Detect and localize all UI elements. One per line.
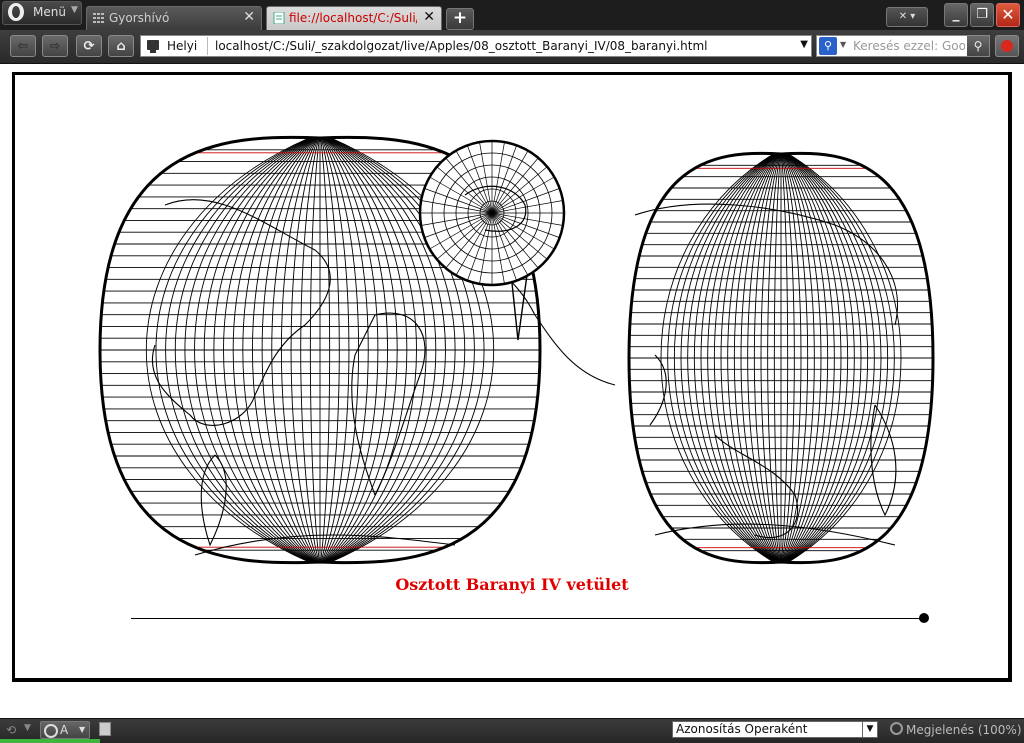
monitor-icon — [147, 40, 159, 53]
navigation-bar: ⇦ ⇨ ⟳ ⌂ Helyi localhost/C:/Suli/_szakdol… — [0, 30, 1024, 64]
status-bar: ⟲ ▼ A ▼ Azonosítás Operaként ▼ Megjelené… — [0, 718, 1024, 743]
reload-button[interactable]: ⟳ — [76, 35, 102, 57]
address-bar[interactable]: Helyi localhost/C:/Suli/_szakdolgozat/li… — [140, 35, 812, 57]
chevron-down-icon: ▼ — [71, 5, 78, 15]
chevron-down-icon[interactable]: ▼ — [840, 40, 846, 49]
close-window-button[interactable]: ✕ — [996, 3, 1020, 27]
back-button[interactable]: ⇦ — [10, 35, 36, 57]
restore-button[interactable]: ❐ — [970, 3, 994, 27]
chevron-down-icon: ▼ — [79, 725, 86, 734]
polar-inset — [418, 139, 566, 341]
page-content: Osztott Baranyi IV vetület — [0, 64, 1024, 718]
opera-menu-button[interactable]: Menü ▼ — [2, 1, 82, 25]
zoom-control[interactable]: Megjelenés (100%) — [890, 722, 1022, 737]
search-engine-icon[interactable]: ⚲ — [819, 37, 837, 55]
closed-tabs-button[interactable]: ✕ ▾ — [886, 7, 928, 27]
tab-title: Gyorshívó — [109, 11, 170, 25]
zoom-icon — [890, 722, 903, 735]
sync-icon[interactable]: ⟲ — [6, 723, 16, 737]
slider-handle[interactable] — [919, 613, 929, 623]
forward-button[interactable]: ⇨ — [42, 35, 68, 57]
tab-active-page[interactable]: file://localhost/C:/Suli/_szakdolgozat/l… — [266, 6, 442, 30]
applet-frame: Osztott Baranyi IV vetület — [12, 72, 1012, 682]
minimize-button[interactable]: _ — [944, 3, 968, 27]
identify-label: Azonosítás Operaként — [676, 722, 808, 736]
url-text[interactable]: localhost/C:/Suli/_szakdolgozat/live/App… — [215, 39, 789, 53]
search-input[interactable]: Keresés ezzel: Google — [853, 39, 965, 53]
tab-speed-dial[interactable]: Gyorshívó ✕ — [86, 6, 262, 30]
speed-dial-icon — [93, 13, 104, 23]
zoom-label: Megjelenés (100%) — [906, 723, 1022, 737]
close-tab-icon[interactable]: ✕ — [423, 9, 435, 25]
site-label: Helyi — [167, 39, 198, 53]
tab-bar: Menü ▼ Gyorshívó ✕ file://localhost/C:/S… — [0, 0, 1024, 30]
content-blocker-label: A — [60, 723, 69, 737]
opera-logo-icon — [8, 3, 24, 21]
chevron-down-icon[interactable]: ▼ — [24, 723, 31, 733]
slider-track[interactable] — [131, 618, 925, 619]
notes-icon[interactable] — [99, 722, 111, 736]
projection-title: Osztott Baranyi IV vetület — [395, 575, 629, 594]
search-box[interactable]: ⚲ ▼ Keresés ezzel: Google ⚲ — [816, 35, 990, 57]
search-icon[interactable]: ⚲ — [967, 36, 989, 56]
home-button[interactable]: ⌂ — [108, 35, 134, 57]
block-icon — [44, 724, 58, 738]
menu-label: Menü — [33, 5, 66, 19]
chevron-down-icon[interactable]: ▼ — [800, 39, 808, 50]
page-icon — [273, 12, 285, 24]
stop-button[interactable] — [995, 35, 1019, 57]
close-tab-icon[interactable]: ✕ — [243, 9, 255, 25]
tab-title: file://localhost/C:/Suli/_szakdolgozat/l… — [289, 11, 417, 25]
identify-as-select[interactable]: Azonosítás Operaként ▼ — [672, 721, 878, 738]
divider — [207, 37, 208, 55]
content-blocker-button[interactable]: A ▼ — [40, 721, 90, 739]
new-tab-button[interactable]: + — [446, 8, 474, 30]
chevron-down-icon: ▼ — [862, 722, 877, 737]
progress-line — [0, 739, 100, 743]
